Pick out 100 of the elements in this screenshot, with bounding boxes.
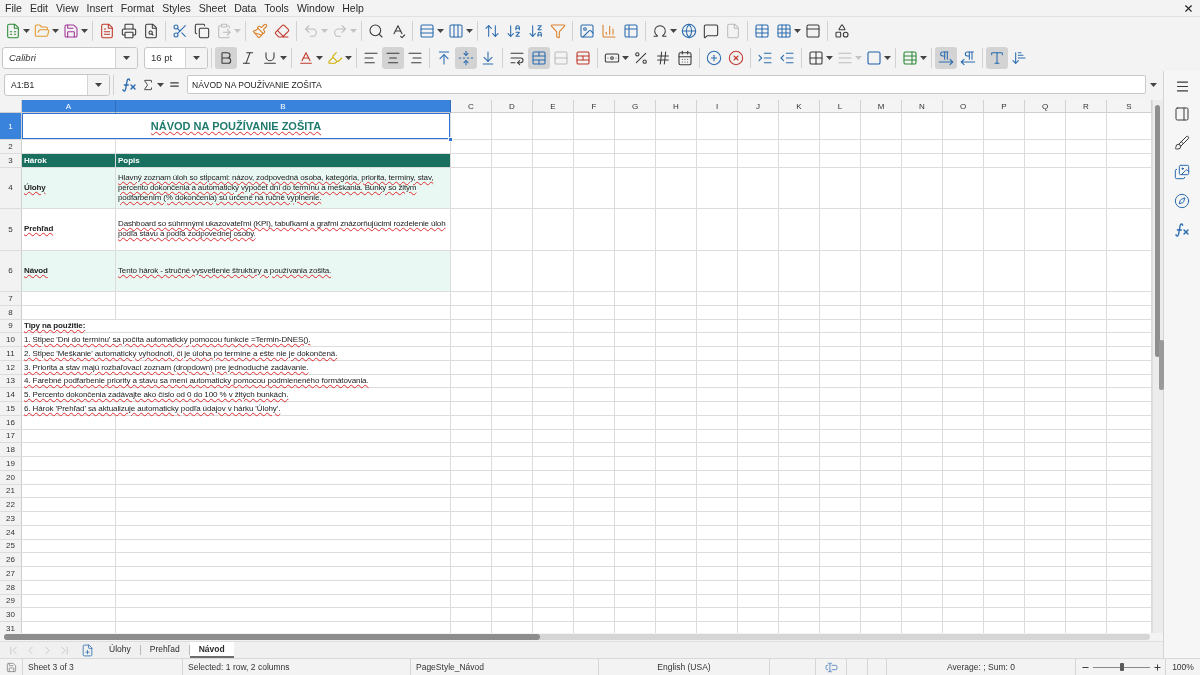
text-cursor-box-icon[interactable] <box>824 660 838 674</box>
row-header[interactable]: 1 <box>0 113 22 139</box>
grid-icon[interactable] <box>808 49 824 66</box>
menu-item[interactable]: Window <box>293 0 338 16</box>
scrollbar-thumb[interactable] <box>1155 105 1160 357</box>
row-header[interactable]: 26 <box>0 553 22 566</box>
menu-item[interactable]: Insert <box>83 0 116 16</box>
scrollbar-thumb[interactable] <box>4 634 540 640</box>
column-header[interactable]: Q <box>1025 100 1066 113</box>
caret-icon[interactable] <box>466 28 473 33</box>
column-header[interactable]: I <box>697 100 738 113</box>
caret-icon[interactable] <box>622 55 629 60</box>
function-icon[interactable] <box>1174 221 1190 238</box>
caret-icon[interactable] <box>345 55 352 60</box>
row-header[interactable]: 4 <box>0 167 22 208</box>
sidebar-handle[interactable] <box>1159 340 1164 390</box>
menu-item[interactable]: Data <box>231 0 260 16</box>
sheet-tab[interactable]: Prehľad <box>140 642 189 658</box>
fill-handle[interactable] <box>448 137 453 142</box>
caret-icon[interactable] <box>52 28 59 33</box>
menu-item[interactable]: Format <box>117 0 158 16</box>
caret-icon[interactable] <box>95 82 102 87</box>
underline-icon[interactable] <box>262 49 278 66</box>
column-header[interactable]: S <box>1107 100 1152 113</box>
caret-icon[interactable] <box>280 55 287 60</box>
images-icon[interactable] <box>1174 163 1190 180</box>
column-header[interactable]: D <box>492 100 533 113</box>
omega-icon[interactable] <box>652 22 668 39</box>
column-header[interactable]: P <box>984 100 1025 113</box>
column-header[interactable]: L <box>820 100 861 113</box>
menu-item[interactable]: View <box>53 0 82 16</box>
column-header[interactable]: N <box>902 100 943 113</box>
page-style[interactable]: PageStyle_Návod <box>416 662 485 672</box>
row-header[interactable]: 23 <box>0 512 22 525</box>
caret-icon[interactable] <box>794 28 801 33</box>
column-header[interactable]: F <box>574 100 615 113</box>
row-header[interactable]: 11 <box>0 347 22 360</box>
caret-icon[interactable] <box>884 55 891 60</box>
column-header[interactable]: C <box>451 100 492 113</box>
column-header[interactable]: B <box>116 100 451 113</box>
brush-icon[interactable] <box>1174 134 1190 151</box>
column-header[interactable]: H <box>656 100 697 113</box>
row-header[interactable]: 27 <box>0 567 22 580</box>
menu-item[interactable]: Help <box>339 0 367 16</box>
zoom-percent[interactable]: 100% <box>1172 662 1194 672</box>
caret-icon[interactable] <box>23 28 30 33</box>
menu-item[interactable]: File <box>2 0 25 16</box>
menu-item[interactable]: Sheet <box>195 0 230 16</box>
row-header[interactable]: 10 <box>0 333 22 346</box>
name-box[interactable]: A1:B1 <box>4 73 110 96</box>
dropdown-button[interactable] <box>185 47 207 68</box>
menu-icon[interactable] <box>1174 78 1190 94</box>
column-header[interactable]: E <box>533 100 574 113</box>
row-header[interactable]: 22 <box>0 498 22 511</box>
plus-icon[interactable] <box>1153 662 1162 672</box>
caret-icon[interactable] <box>193 55 200 60</box>
row-header[interactable]: 18 <box>0 443 22 456</box>
caret-icon[interactable] <box>316 55 323 60</box>
row-header[interactable]: 5 <box>0 209 22 250</box>
column-header[interactable]: G <box>615 100 656 113</box>
row-header[interactable]: 30 <box>0 608 22 621</box>
slider-thumb[interactable] <box>1119 663 1124 671</box>
file-plus-icon[interactable] <box>81 643 94 657</box>
font-size-field[interactable]: 16 pt <box>144 46 208 69</box>
caret-icon[interactable] <box>1150 82 1157 87</box>
row-header[interactable]: 6 <box>0 250 22 291</box>
column-header[interactable]: R <box>1066 100 1107 113</box>
row-header[interactable]: 19 <box>0 457 22 470</box>
row-header[interactable]: 15 <box>0 402 22 415</box>
caret-icon[interactable] <box>81 28 88 33</box>
menu-item[interactable]: Tools <box>261 0 292 16</box>
caret-icon[interactable] <box>826 55 833 60</box>
caret-icon[interactable] <box>670 28 677 33</box>
row-header[interactable]: 7 <box>0 292 22 305</box>
font-color-icon[interactable] <box>298 49 314 66</box>
caret-icon[interactable] <box>920 55 927 60</box>
sheet-tab[interactable]: Úlohy <box>100 642 140 658</box>
horizontal-scrollbar[interactable] <box>4 634 1150 640</box>
caret-icon[interactable] <box>437 28 444 33</box>
row-header[interactable]: 14 <box>0 388 22 401</box>
caret-icon[interactable] <box>123 55 130 60</box>
menu-item[interactable]: Styles <box>159 0 194 16</box>
caret-icon[interactable] <box>157 82 164 87</box>
row-header[interactable]: 31 <box>0 622 22 633</box>
compass-icon[interactable] <box>1174 192 1190 209</box>
column-header[interactable]: M <box>861 100 902 113</box>
close-icon[interactable] <box>1183 2 1194 14</box>
menu-item[interactable]: Edit <box>26 0 51 16</box>
column-header[interactable]: A <box>22 100 116 113</box>
sigma-icon[interactable] <box>141 77 155 92</box>
language[interactable]: English (USA) <box>657 662 711 672</box>
dropdown-button[interactable] <box>115 47 137 68</box>
dropdown-button[interactable] <box>87 74 109 95</box>
panel-icon[interactable] <box>1174 105 1190 122</box>
column-header[interactable]: O <box>943 100 984 113</box>
sheet-tab[interactable]: Návod <box>189 642 234 658</box>
column-header[interactable]: J <box>738 100 779 113</box>
row-header[interactable]: 2 <box>0 140 22 153</box>
column-header[interactable]: K <box>779 100 820 113</box>
formula-input[interactable]: NÁVOD NA POUŽÍVANIE ZOŠITA <box>187 75 1146 94</box>
